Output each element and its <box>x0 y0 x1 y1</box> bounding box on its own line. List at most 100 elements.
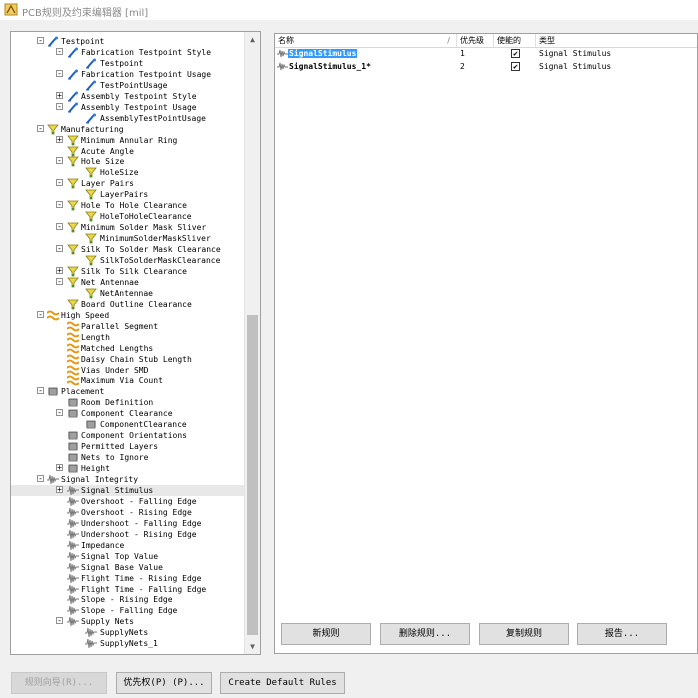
expand-icon[interactable]: + <box>56 91 63 99</box>
tree-item[interactable]: AssemblyTestPointUsage <box>11 113 246 124</box>
tree-item[interactable]: HoleSize <box>11 167 246 178</box>
tree-item[interactable]: Overshoot - Rising Edge <box>11 507 246 518</box>
tree-item[interactable]: Testpoint <box>11 58 246 69</box>
tree-item[interactable]: Nets to Ignore <box>11 452 246 463</box>
scroll-up-arrow-icon[interactable]: ▲ <box>245 32 260 47</box>
tree-item[interactable]: Maximum Via Count <box>11 375 246 386</box>
collapse-icon[interactable]: - <box>56 102 63 110</box>
tree-item[interactable]: SilkToSolderMaskClearance <box>11 255 246 266</box>
tree-item[interactable]: Matched Lengths <box>11 343 246 354</box>
expand-icon[interactable]: + <box>56 135 63 143</box>
column-header-enabled[interactable]: 使能的 <box>494 34 536 47</box>
collapse-icon[interactable]: - <box>56 277 63 285</box>
rule-tree[interactable]: - Testpoint - Fabrication Testpoint Style Te… <box>10 31 261 655</box>
column-header-name[interactable]: 名称 / <box>275 34 457 47</box>
rule-enabled-checkbox[interactable]: ✔ <box>511 62 520 71</box>
collapse-icon[interactable]: - <box>56 617 63 625</box>
expand-icon[interactable]: + <box>56 464 63 472</box>
tree-item[interactable]: Slope - Rising Edge <box>11 594 246 605</box>
collapse-icon[interactable]: - <box>56 245 63 253</box>
tree-item[interactable]: - Signal Integrity <box>11 474 246 485</box>
collapse-icon[interactable]: - <box>56 179 63 187</box>
collapse-icon[interactable]: - <box>37 387 44 395</box>
tree-item[interactable]: + Silk To Silk Clearance <box>11 266 246 277</box>
tree-item[interactable]: Slope - Falling Edge <box>11 605 246 616</box>
tree-item[interactable]: - Silk To Solder Mask Clearance <box>11 244 246 255</box>
tree-item[interactable]: Undershoot - Falling Edge <box>11 518 246 529</box>
tree-item[interactable]: Acute Angle <box>11 146 246 157</box>
collapse-icon[interactable]: - <box>56 47 63 55</box>
rule-wizard-button[interactable]: 规则向导(R)... <box>11 672 107 694</box>
create-default-rules-button[interactable]: Create Default Rules <box>220 672 345 694</box>
tree-item[interactable]: - Placement <box>11 386 246 397</box>
tree-item[interactable]: - Fabrication Testpoint Style <box>11 47 246 58</box>
report-button[interactable]: 报告... <box>577 623 667 645</box>
tree-item[interactable]: - Supply Nets <box>11 616 246 627</box>
collapse-icon[interactable]: - <box>37 37 44 45</box>
tree-item[interactable]: Signal Top Value <box>11 551 246 562</box>
tree-item[interactable]: Signal Base Value <box>11 562 246 573</box>
tree-item[interactable]: - Net Antennae <box>11 277 246 288</box>
tree-item[interactable]: Board Outline Clearance <box>11 299 246 310</box>
tree-item[interactable]: - Minimum Solder Mask Sliver <box>11 222 246 233</box>
tree-item[interactable]: - Assembly Testpoint Usage <box>11 102 246 113</box>
tree-item[interactable]: Vias Under SMD <box>11 365 246 376</box>
tree-item[interactable]: - Component Clearance <box>11 408 246 419</box>
tree-item[interactable]: Component Orientations <box>11 430 246 441</box>
tree-item[interactable]: LayerPairs <box>11 189 246 200</box>
table-row[interactable]: SignalStimulus_1* 2 ✔ Signal Stimulus <box>275 60 697 73</box>
tree-item[interactable]: Daisy Chain Stub Length <box>11 354 246 365</box>
tree-item[interactable]: + Assembly Testpoint Style <box>11 91 246 102</box>
tree-item[interactable]: Length <box>11 332 246 343</box>
rule-name[interactable]: SignalStimulus <box>288 49 358 58</box>
collapse-icon[interactable]: - <box>37 124 44 132</box>
tree-item[interactable]: + Signal Stimulus <box>11 484 246 496</box>
collapse-icon[interactable]: - <box>56 157 63 165</box>
collapse-icon[interactable]: - <box>56 409 63 417</box>
new-rule-button[interactable]: 新规则 <box>281 623 371 645</box>
copy-rule-button[interactable]: 复制规则 <box>479 623 569 645</box>
tree-item[interactable]: Flight Time - Falling Edge <box>11 584 246 595</box>
tree-item[interactable]: - Layer Pairs <box>11 178 246 189</box>
tree-item[interactable]: Undershoot - Rising Edge <box>11 529 246 540</box>
tree-item[interactable]: Parallel Segment <box>11 321 246 332</box>
tree-item[interactable]: - Hole Size <box>11 156 246 167</box>
scroll-thumb[interactable] <box>247 315 258 635</box>
rules-grid[interactable]: 名称 / 优先级 使能的 类型 SignalStimulus 1 ✔ Signa… <box>274 33 698 654</box>
tree-item[interactable]: NetAntennae <box>11 288 246 299</box>
tree-item[interactable]: HoleToHoleClearance <box>11 211 246 222</box>
tree-item[interactable]: Impedance <box>11 540 246 551</box>
expand-icon[interactable]: + <box>56 485 63 493</box>
table-row[interactable]: SignalStimulus 1 ✔ Signal Stimulus <box>275 47 697 60</box>
scroll-down-arrow-icon[interactable]: ▼ <box>245 639 260 654</box>
column-header-type[interactable]: 类型 <box>536 34 697 47</box>
tree-item[interactable]: MinimumSolderMaskSliver <box>11 233 246 244</box>
collapse-icon[interactable]: - <box>56 201 63 209</box>
tree-scrollbar[interactable]: ▲ ▼ <box>244 32 260 654</box>
tree-item[interactable]: + Height <box>11 463 246 474</box>
collapse-icon[interactable]: - <box>56 69 63 77</box>
tree-item[interactable]: + Minimum Annular Ring <box>11 135 246 146</box>
tree-item[interactable]: TestPointUsage <box>11 80 246 91</box>
tree-item[interactable]: ComponentClearance <box>11 419 246 430</box>
tree-item[interactable]: - Testpoint <box>11 36 246 47</box>
delete-rule-button[interactable]: 删除规则... <box>380 623 470 645</box>
tree-item[interactable]: Flight Time - Rising Edge <box>11 573 246 584</box>
collapse-icon[interactable]: - <box>56 223 63 231</box>
tree-item[interactable]: - Hole To Hole Clearance <box>11 200 246 211</box>
rule-name[interactable]: SignalStimulus_1* <box>289 60 371 73</box>
tree-item[interactable]: - High Speed <box>11 310 246 321</box>
tree-item[interactable]: SupplyNets_1 <box>11 638 246 649</box>
priority-button[interactable]: 优先权(P) (P)... <box>116 672 212 694</box>
expand-icon[interactable]: + <box>56 266 63 274</box>
tree-item[interactable]: Overshoot - Falling Edge <box>11 496 246 507</box>
tree-item[interactable]: SupplyNets <box>11 627 246 638</box>
tree-item[interactable]: - Manufacturing <box>11 124 246 135</box>
column-header-priority[interactable]: 优先级 <box>457 34 494 47</box>
collapse-icon[interactable]: - <box>37 310 44 318</box>
tree-item[interactable]: Permitted Layers <box>11 441 246 452</box>
tree-item[interactable]: Room Definition <box>11 397 246 408</box>
collapse-icon[interactable]: - <box>37 475 44 483</box>
rule-enabled-checkbox[interactable]: ✔ <box>511 49 520 58</box>
tree-item[interactable]: - Fabrication Testpoint Usage <box>11 69 246 80</box>
